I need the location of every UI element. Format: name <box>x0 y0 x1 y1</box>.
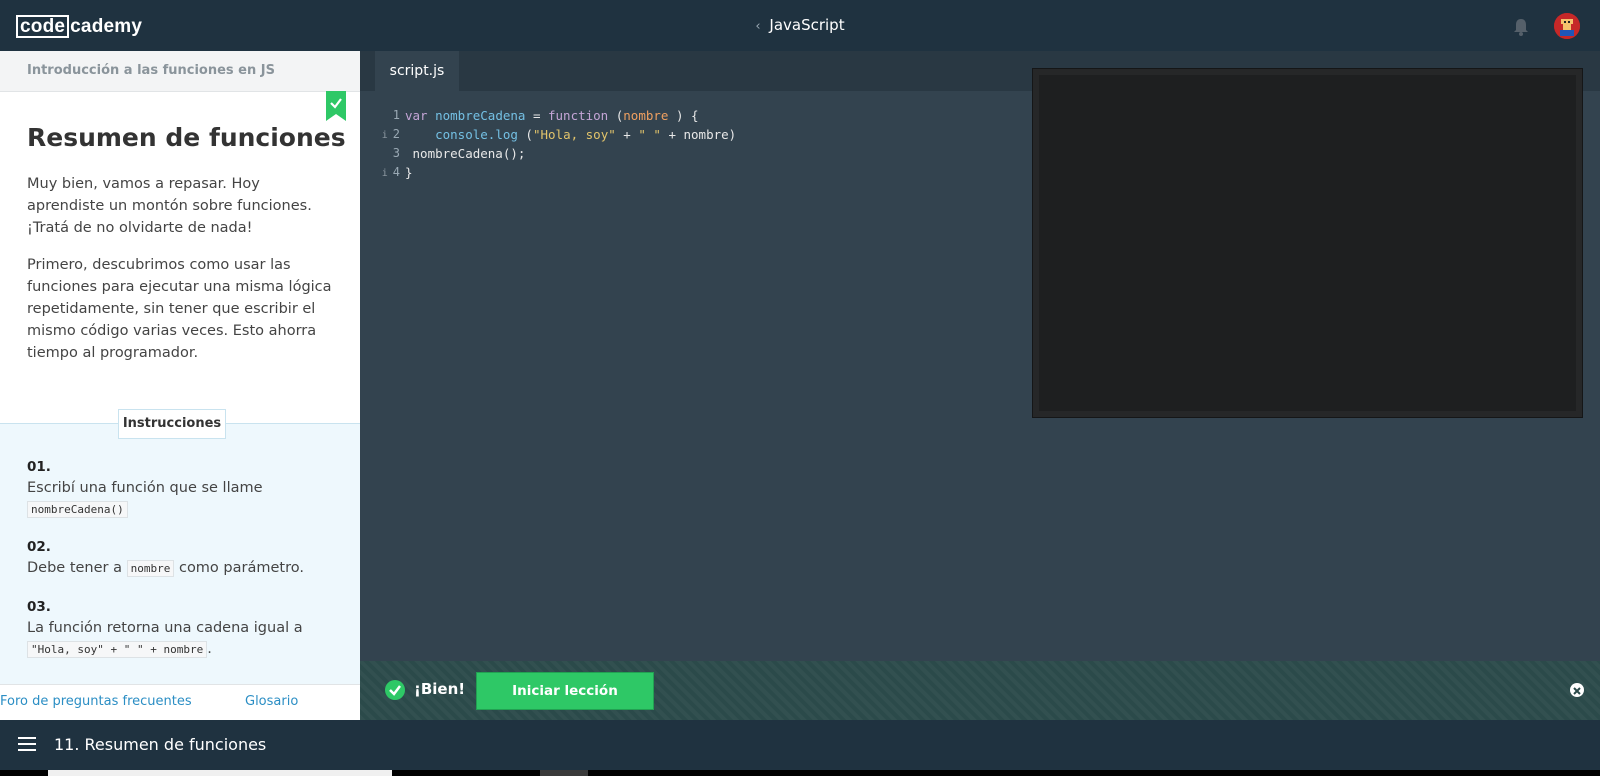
instruction-step-1: 01. Escribí una función que se llame nom… <box>27 457 337 520</box>
success-message: ¡Bien! <box>414 680 466 698</box>
instruction-step-3: 03. La función retorna una cadena igual … <box>27 597 337 660</box>
line-number-text: 3 <box>392 146 400 160</box>
step-number: 01. <box>27 459 51 475</box>
top-navigation-bar: code cademy ‹ JavaScript <box>0 0 1600 52</box>
lesson-title: Resumen de funciones <box>27 123 346 152</box>
bottom-bar: 11. Resumen de funciones <box>0 720 1600 770</box>
line-number: i4 <box>360 163 400 182</box>
current-lesson-label[interactable]: 11. Resumen de funciones <box>54 735 266 754</box>
line-number-text: 1 <box>392 108 400 122</box>
faq-link[interactable]: Foro de preguntas frecuentes <box>0 694 192 709</box>
lesson-breadcrumb: Introducción a las funciones en JS <box>0 51 360 92</box>
step-text-after: . <box>207 641 212 657</box>
lesson-footer: Foro de preguntas frecuentes Glosario <box>0 684 360 720</box>
tab-script-js[interactable]: script.js <box>375 51 459 91</box>
output-preview-panel <box>1032 68 1583 418</box>
info-icon[interactable]: i <box>382 168 388 179</box>
lesson-panel: Introducción a las funciones en JS Resum… <box>0 51 360 720</box>
hamburger-icon[interactable] <box>18 737 36 751</box>
instruction-step-2: 02. Debe tener a nombre como parámetro. <box>27 537 337 579</box>
step-code: nombreCadena() <box>27 501 128 518</box>
lesson-paragraph-1: Muy bien, vamos a repasar. Hoy aprendist… <box>27 176 312 236</box>
course-title-link[interactable]: ‹ JavaScript <box>0 16 1600 34</box>
code-line-1[interactable]: var nombreCadena = function (nombre ) { <box>405 106 699 125</box>
taskbar-segment <box>540 770 588 776</box>
check-circle-icon <box>385 680 405 700</box>
step-number: 02. <box>27 539 51 555</box>
line-number-text: 2 <box>392 127 400 141</box>
glossary-link[interactable]: Glosario <box>245 694 298 709</box>
bell-icon[interactable] <box>1510 16 1532 38</box>
step-text: Escribí una función que se llame <box>27 480 263 496</box>
chevron-left-icon: ‹ <box>755 19 761 34</box>
success-bar: ¡Bien! Iniciar lección siguiente <box>360 661 1600 735</box>
os-taskbar-strip <box>0 770 1600 776</box>
bookmark-check-icon <box>326 91 346 121</box>
user-avatar[interactable] <box>1554 13 1580 39</box>
step-code: nombre <box>126 560 175 577</box>
next-lesson-button[interactable]: Iniciar lección siguiente <box>476 672 654 735</box>
step-text-after: como parámetro. <box>178 560 304 576</box>
info-icon[interactable]: i <box>382 130 388 141</box>
line-number-text: 4 <box>392 165 400 179</box>
step-code: "Hola, soy" + " " + nombre <box>27 641 208 658</box>
step-text: La función retorna una cadena igual a <box>27 620 303 636</box>
taskbar-segment <box>48 770 392 776</box>
line-number: 1 <box>360 106 400 125</box>
code-line-3[interactable]: nombreCadena(); <box>405 144 526 163</box>
line-number: 3 <box>360 144 400 163</box>
step-number: 03. <box>27 599 51 615</box>
code-line-4[interactable]: } <box>405 163 413 182</box>
instructions-label: Instrucciones <box>118 409 226 439</box>
instructions-section: 01. Escribí una función que se llame nom… <box>0 424 360 720</box>
step-text: Debe tener a <box>27 560 122 576</box>
code-editor: script.js 1 i2 3 i4 var nombreCadena = f… <box>360 51 1600 661</box>
lesson-paragraph-2: Primero, descubrimos como usar las funci… <box>27 257 332 361</box>
code-line-2[interactable]: console.log ("Hola, soy" + " " + nombre) <box>405 125 736 144</box>
close-icon[interactable] <box>1570 683 1584 697</box>
line-number: i2 <box>360 125 400 144</box>
course-title: JavaScript <box>769 16 845 34</box>
